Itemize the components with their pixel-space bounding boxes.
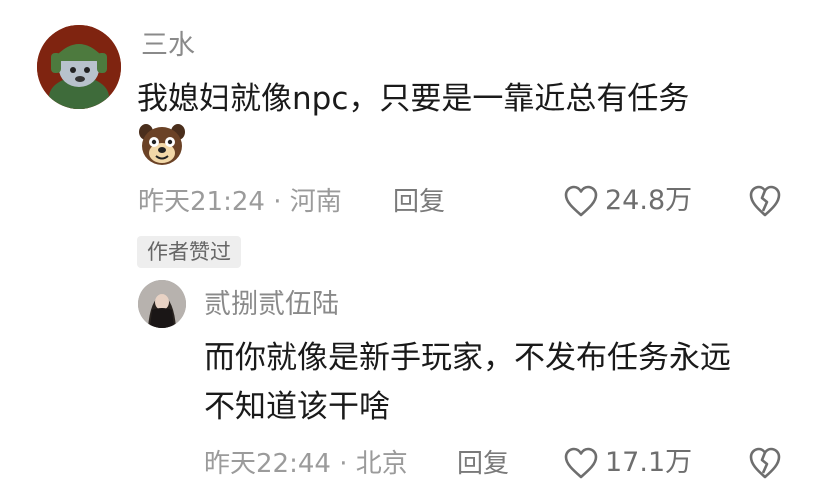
like-button[interactable]: 24.8万 bbox=[563, 184, 692, 218]
reply-like-count: 17.1万 bbox=[605, 447, 693, 478]
comment-text: 我媳妇就像npc，只要是一靠近总有任务 bbox=[137, 81, 690, 117]
reply-timestamp-location: 昨天22:44 · 北京 bbox=[204, 449, 408, 479]
reply-avatar-image bbox=[138, 280, 186, 328]
broken-heart-icon bbox=[749, 447, 781, 479]
author-liked-badge: 作者赞过 bbox=[137, 236, 241, 268]
avatar-image bbox=[37, 25, 121, 109]
dog-face-sticker-icon bbox=[138, 122, 186, 168]
heart-icon bbox=[564, 447, 598, 479]
reply-text-line2: 不知道该干啥 bbox=[204, 389, 390, 425]
avatar[interactable] bbox=[37, 25, 121, 109]
reply-like-button[interactable]: 17.1万 bbox=[563, 446, 692, 480]
reply-dislike-button[interactable] bbox=[748, 446, 782, 484]
broken-heart-icon bbox=[749, 185, 781, 217]
dislike-button[interactable] bbox=[748, 184, 782, 222]
heart-icon bbox=[564, 185, 598, 217]
reply-reply-button[interactable]: 回复 bbox=[457, 448, 509, 480]
reply-username[interactable]: 贰捌贰伍陆 bbox=[204, 289, 339, 321]
reply-text-line1: 而你就像是新手玩家，不发布任务永远 bbox=[204, 340, 731, 376]
comment-username[interactable]: 三水 bbox=[141, 30, 195, 62]
like-count: 24.8万 bbox=[605, 185, 693, 216]
reply-button[interactable]: 回复 bbox=[393, 186, 445, 218]
comment-timestamp-location: 昨天21:24 · 河南 bbox=[138, 187, 342, 217]
reply-avatar[interactable] bbox=[138, 280, 186, 328]
